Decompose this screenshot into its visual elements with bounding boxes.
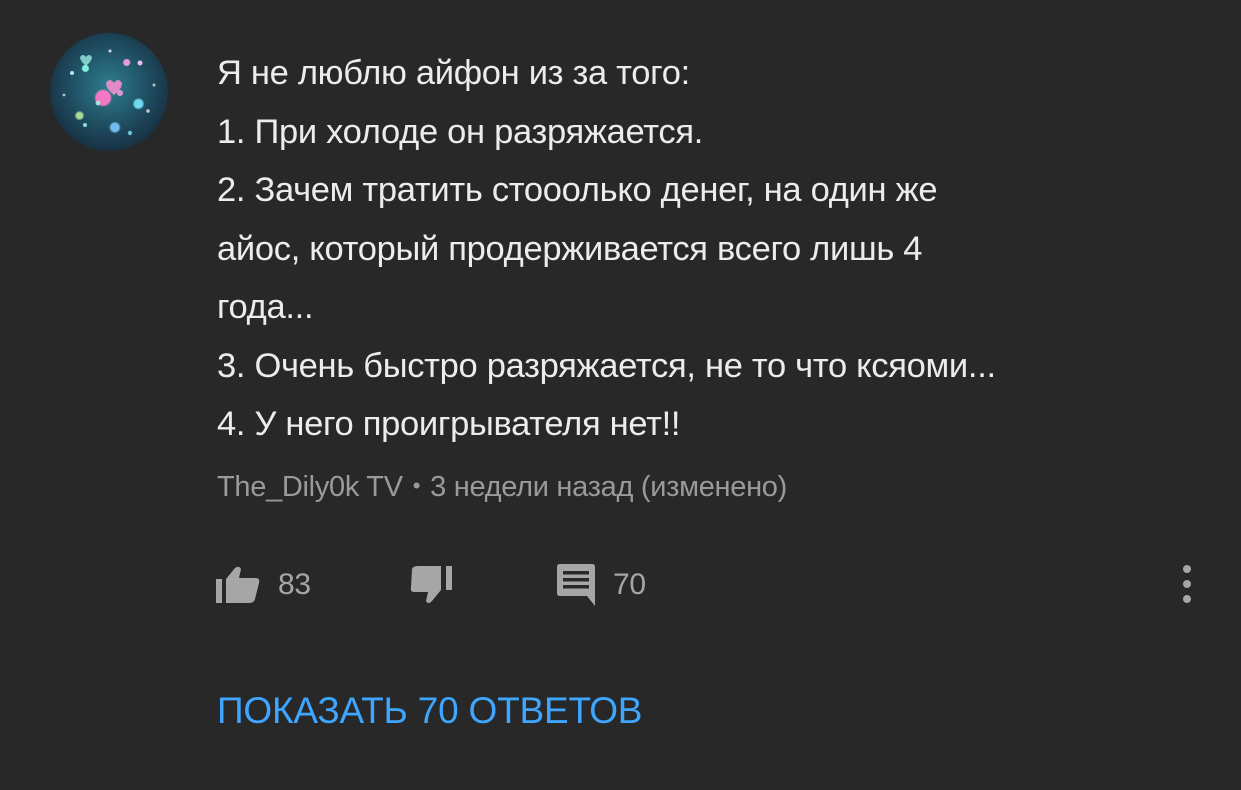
thumbs-down-icon: [410, 566, 452, 603]
comment-text-line: года...: [217, 288, 314, 326]
avatar[interactable]: [50, 33, 168, 151]
comment-text-line: 3. Очень быстро разряжается, не то что к…: [217, 346, 996, 385]
comment-text-line: айос, который продерживается всего лишь …: [217, 229, 923, 268]
like-button[interactable]: 83: [216, 555, 311, 615]
comment-actions: 83 70: [0, 555, 1241, 615]
reply-count: 70: [613, 568, 646, 601]
author-name[interactable]: The_Dily0k TV: [217, 471, 403, 503]
comment-icon: [557, 564, 595, 606]
comment-body: Я не люблю айфон из за того: 1. При холо…: [217, 44, 1202, 454]
like-count: 83: [278, 568, 311, 601]
meta-separator: •: [412, 473, 421, 498]
comment-timestamp: 3 недели назад (изменено): [430, 471, 787, 503]
more-vertical-icon[interactable]: [1175, 563, 1199, 607]
show-replies-button[interactable]: ПОКАЗАТЬ 70 ОТВЕТОВ: [217, 690, 642, 732]
avatar-image: [62, 49, 156, 136]
comment-text-line: 1. При холоде он разряжается.: [217, 112, 703, 151]
comment-screen: Я не люблю айфон из за того: 1. При холо…: [0, 0, 1241, 790]
thumbs-up-icon: [216, 566, 260, 603]
comment-text-line: 4. У него проигрывателя нет!!: [217, 405, 681, 443]
comment-text-line: Я не люблю айфон из за того:: [217, 54, 690, 92]
reply-button[interactable]: 70: [555, 555, 646, 615]
dislike-button[interactable]: [410, 555, 456, 615]
comment-meta: The_Dily0k TV • 3 недели назад (изменено): [217, 471, 787, 504]
comment-text-line: 2. Зачем тратить стооолько денег, на оди…: [217, 171, 938, 209]
